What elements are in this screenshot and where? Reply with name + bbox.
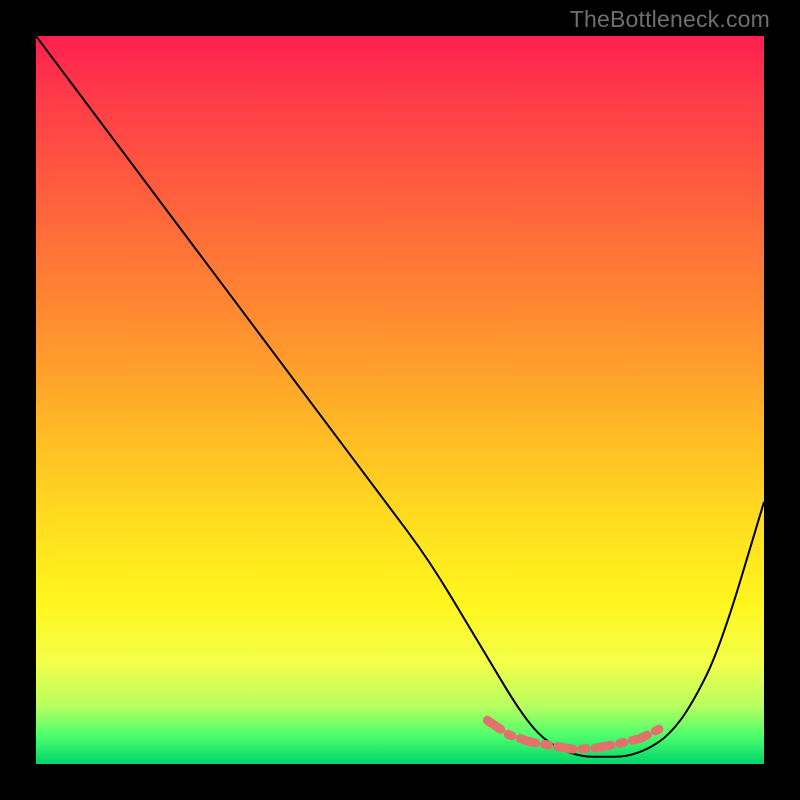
bottleneck-curve: [36, 36, 764, 757]
watermark-text: TheBottleneck.com: [570, 6, 770, 33]
optimal-range-marker: [487, 720, 662, 749]
plot-area: [36, 36, 764, 764]
chart-root: TheBottleneck.com: [0, 0, 800, 800]
chart-svg: [36, 36, 764, 764]
